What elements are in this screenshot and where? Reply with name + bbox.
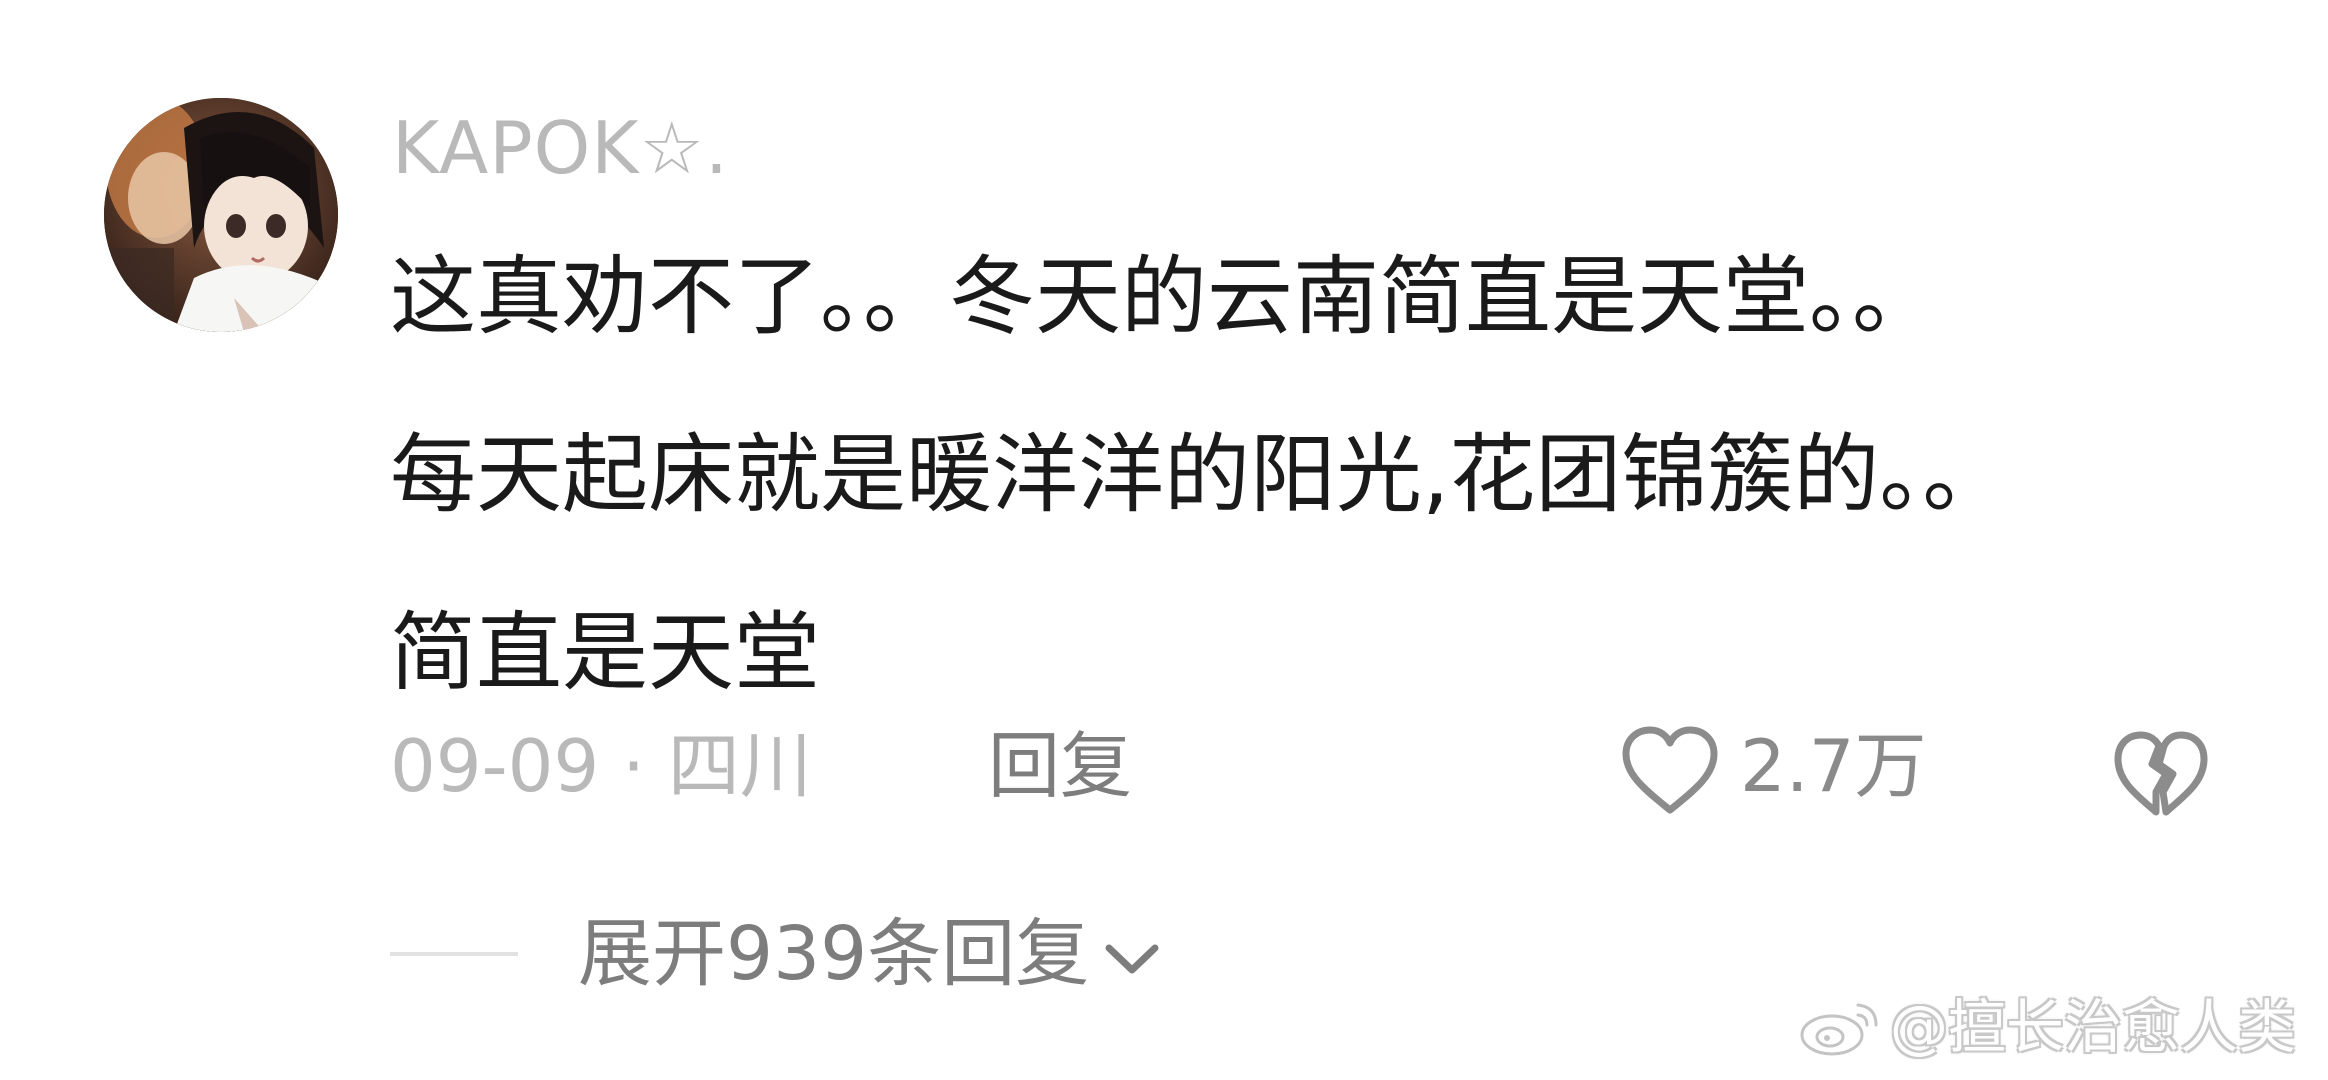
- username[interactable]: KAPOK☆.: [392, 112, 729, 184]
- weibo-logo-icon: [1800, 1003, 1878, 1056]
- comment-item: KAPOK☆. 这真劝不了。。冬天的云南简直是天堂。。 每天起床就是暖洋洋的阳光…: [0, 0, 2328, 1080]
- avatar-image: [104, 98, 338, 332]
- comment-line: 简直是天堂: [390, 603, 820, 703]
- reply-button[interactable]: 回复: [988, 726, 1132, 806]
- watermark: @擅长治愈人类: [1798, 994, 2296, 1060]
- comment-line: 每天起床就是暖洋洋的阳光,花团锦簇的。。: [390, 425, 2009, 525]
- comment-date-location: 09-09 · 四川: [390, 724, 812, 808]
- comment-meta-row: 09-09 · 四川 回复 2.7万: [390, 724, 2250, 816]
- comment-text: 这真劝不了。。冬天的云南简直是天堂。。 每天起床就是暖洋洋的阳光,花团锦簇的。。…: [390, 208, 2250, 742]
- expand-replies-button[interactable]: 展开939条回复: [390, 914, 1165, 994]
- chevron-down-icon: [1105, 944, 1159, 974]
- screen: KAPOK☆. 这真劝不了。。冬天的云南简直是天堂。。 每天起床就是暖洋洋的阳光…: [0, 0, 2328, 1080]
- expand-replies-label: 展开939条回复: [578, 911, 1090, 997]
- broken-heart-icon[interactable]: [2112, 726, 2210, 822]
- comment-line: 这真劝不了。。冬天的云南简直是天堂。。: [390, 247, 1938, 347]
- like-count: 2.7万: [1740, 724, 1927, 808]
- like-button[interactable]: 2.7万: [1618, 724, 1927, 814]
- watermark-text: @擅长治愈人类: [1890, 993, 2297, 1061]
- avatar[interactable]: [104, 98, 338, 332]
- heart-outline-icon: [1622, 726, 1718, 814]
- divider: [390, 952, 518, 956]
